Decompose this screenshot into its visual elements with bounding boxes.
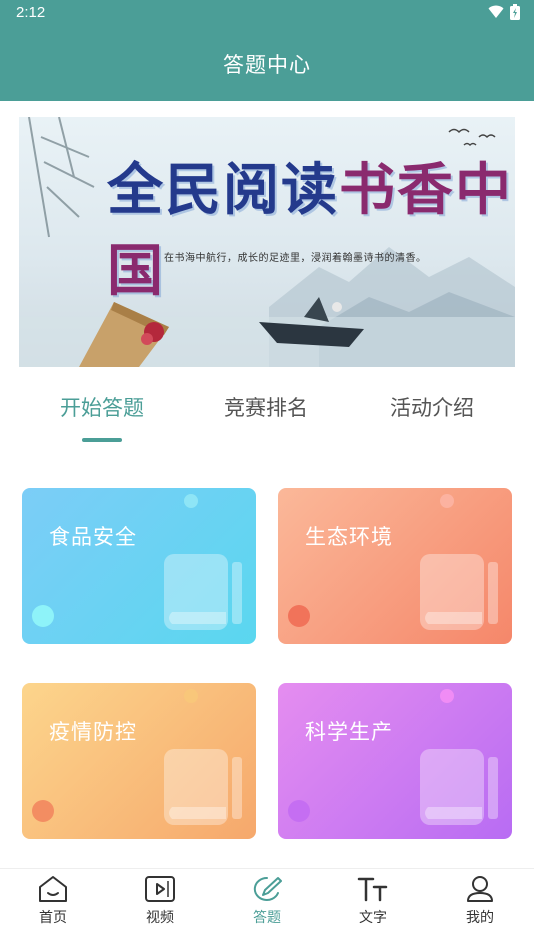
decor-dot <box>288 605 310 627</box>
book-icon <box>164 749 242 825</box>
category-card-food-safety[interactable]: 食品安全 <box>22 488 256 644</box>
nav-item-profile[interactable]: 我的 <box>440 875 520 927</box>
nav-label: 视频 <box>146 910 174 926</box>
banner-headline-part1: 全民阅读 <box>107 157 339 223</box>
wifi-icon <box>488 5 504 18</box>
category-card-science[interactable]: 科学生产 <box>278 683 512 839</box>
nav-item-video[interactable]: 视频 <box>120 875 200 927</box>
decor-dot <box>32 605 54 627</box>
category-label: 生态环境 <box>305 525 393 549</box>
battery-icon <box>510 4 520 20</box>
tab-start-answer[interactable]: 开始答题 <box>22 392 182 422</box>
book-icon <box>164 554 242 630</box>
answer-edit-icon <box>253 876 282 901</box>
tab-active-indicator <box>82 438 122 442</box>
category-label: 食品安全 <box>49 525 137 549</box>
nav-item-answer[interactable]: 答题 <box>227 875 307 927</box>
decor-dot <box>288 800 310 822</box>
decor-dot <box>184 494 198 508</box>
tab-activity-intro[interactable]: 活动介绍 <box>352 392 512 422</box>
status-bar: 2:12 <box>0 0 534 26</box>
tab-bar: 开始答题 竞赛排名 活动介绍 <box>0 392 534 442</box>
nav-item-home[interactable]: 首页 <box>13 875 93 927</box>
category-label: 疫情防控 <box>49 720 137 744</box>
nav-label: 文字 <box>359 910 387 926</box>
nav-label: 答题 <box>253 910 281 926</box>
book-icon <box>420 554 498 630</box>
nav-label: 首页 <box>39 910 67 926</box>
status-icons <box>488 4 520 20</box>
text-icon <box>357 877 388 902</box>
tab-ranking[interactable]: 竞赛排名 <box>186 392 346 422</box>
decor-dot <box>32 800 54 822</box>
category-card-epidemic[interactable]: 疫情防控 <box>22 683 256 839</box>
banner-headline: 全民阅读书香中国 <box>107 145 515 307</box>
category-card-ecology[interactable]: 生态环境 <box>278 488 512 644</box>
banner-subtitle: 在书海中航行，成长的足迹里，浸润着翰墨诗书的清香。 <box>164 253 427 264</box>
status-time: 2:12 <box>16 4 46 21</box>
page-title: 答题中心 <box>223 52 311 77</box>
profile-icon <box>467 876 493 902</box>
book-icon <box>420 749 498 825</box>
decor-dot <box>440 494 454 508</box>
home-icon <box>39 876 67 902</box>
nav-label: 我的 <box>466 910 494 926</box>
banner[interactable]: 全民阅读书香中国 在书海中航行，成长的足迹里，浸润着翰墨诗书的清香。 <box>19 117 515 367</box>
app-header: 答题中心 <box>0 26 534 101</box>
video-icon <box>145 876 175 902</box>
decor-dot <box>184 689 198 703</box>
bottom-nav: 首页 视频 答题 文字 我的 <box>0 868 534 950</box>
category-label: 科学生产 <box>305 720 393 744</box>
decor-dot <box>440 689 454 703</box>
nav-item-text[interactable]: 文字 <box>333 875 413 927</box>
